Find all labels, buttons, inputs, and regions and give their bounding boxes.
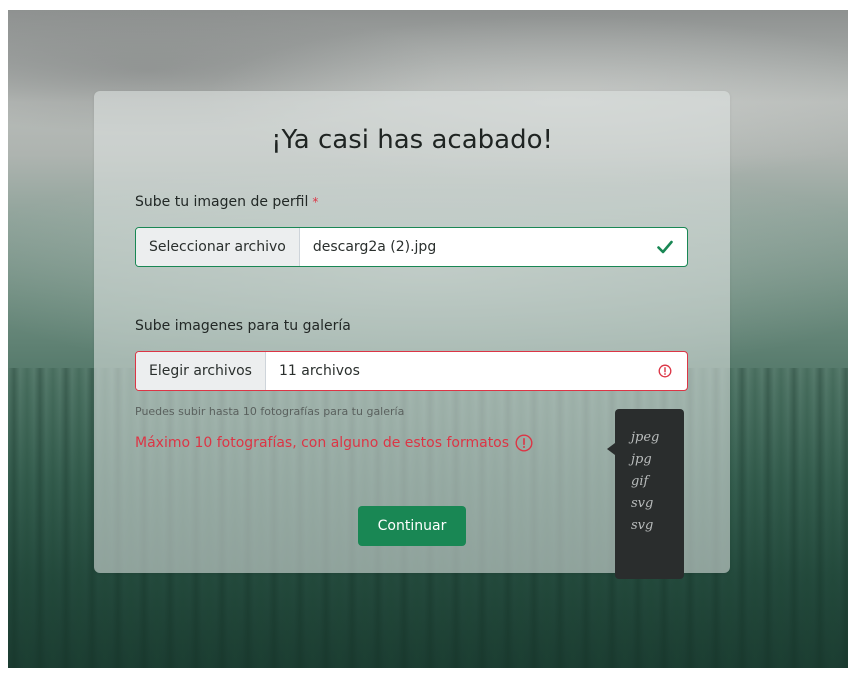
- check-icon: [651, 228, 687, 266]
- format-item: svg: [631, 496, 654, 511]
- profile-image-label-text: Sube tu imagen de perfil: [135, 194, 309, 210]
- tooltip-arrow: [607, 443, 615, 455]
- gallery-images-input[interactable]: Elegir archivos 11 archivos: [135, 351, 688, 391]
- continue-button[interactable]: Continuar: [358, 506, 466, 546]
- gallery-error-text: Máximo 10 fotografías, con alguno de est…: [135, 435, 510, 451]
- formats-tooltip: jpeg jpg gif svg svg: [615, 409, 684, 579]
- exclamation-circle-icon: [651, 352, 687, 390]
- gallery-file-count: 11 archivos: [278, 363, 360, 379]
- formats-info-icon[interactable]: [515, 434, 533, 452]
- choose-files-button[interactable]: Elegir archivos: [136, 352, 266, 390]
- profile-image-label: Sube tu imagen de perfil *: [135, 194, 318, 210]
- gallery-label: Sube imagenes para tu galería: [135, 318, 351, 334]
- profile-file-name: descarg2a (2).jpg: [312, 239, 437, 255]
- gallery-error-message: Máximo 10 fotografías, con alguno de est…: [135, 434, 533, 452]
- profile-image-input[interactable]: Seleccionar archivo descarg2a (2).jpg: [135, 227, 688, 267]
- format-item: gif: [631, 474, 649, 489]
- format-item: jpg: [631, 452, 652, 467]
- select-file-button[interactable]: Seleccionar archivo: [136, 228, 300, 266]
- format-item: jpeg: [631, 430, 660, 445]
- page-title: ¡Ya casi has acabado!: [271, 125, 553, 155]
- format-item: svg: [631, 518, 654, 533]
- gallery-help-text: Puedes subir hasta 10 fotografías para t…: [135, 405, 405, 418]
- format-list: jpeg jpg gif svg svg: [615, 427, 684, 537]
- required-asterisk: *: [312, 195, 319, 209]
